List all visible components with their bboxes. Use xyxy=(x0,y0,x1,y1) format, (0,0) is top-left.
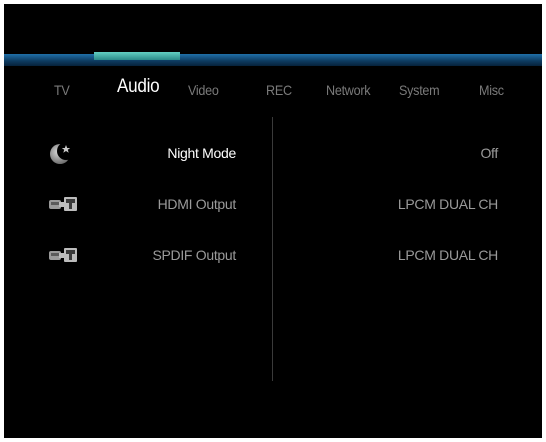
setting-value[interactable]: LPCM DUAL CH xyxy=(398,247,498,263)
tab-system[interactable]: System xyxy=(399,82,440,98)
setting-label: HDMI Output xyxy=(157,196,237,212)
tab-network[interactable]: Network xyxy=(326,82,371,98)
tab-audio[interactable]: Audio xyxy=(117,76,160,98)
tab-video[interactable]: Video xyxy=(188,82,219,98)
setting-row-night-mode[interactable]: Night Mode Off xyxy=(4,135,542,169)
settings-screen: TV Audio Video REC Network System Misc N… xyxy=(4,4,542,438)
setting-value[interactable]: Off xyxy=(480,145,498,161)
tab-tv[interactable]: TV xyxy=(54,82,70,98)
spdif-output-icon xyxy=(48,243,78,267)
setting-row-spdif-output[interactable]: SPDIF Output LPCM DUAL CH xyxy=(4,237,542,271)
setting-label: Night Mode xyxy=(167,145,236,161)
tab-rec[interactable]: REC xyxy=(266,82,292,98)
active-tab-marker xyxy=(94,52,180,60)
hdmi-output-icon xyxy=(48,192,78,216)
setting-row-hdmi-output[interactable]: HDMI Output LPCM DUAL CH xyxy=(4,186,542,220)
settings-tab-bar: TV Audio Video REC Network System Misc xyxy=(4,70,542,104)
menu-top-bar xyxy=(4,54,542,66)
setting-label: SPDIF Output xyxy=(152,247,236,263)
tab-misc[interactable]: Misc xyxy=(479,82,504,98)
setting-value[interactable]: LPCM DUAL CH xyxy=(398,196,498,212)
night-mode-icon xyxy=(48,141,78,165)
